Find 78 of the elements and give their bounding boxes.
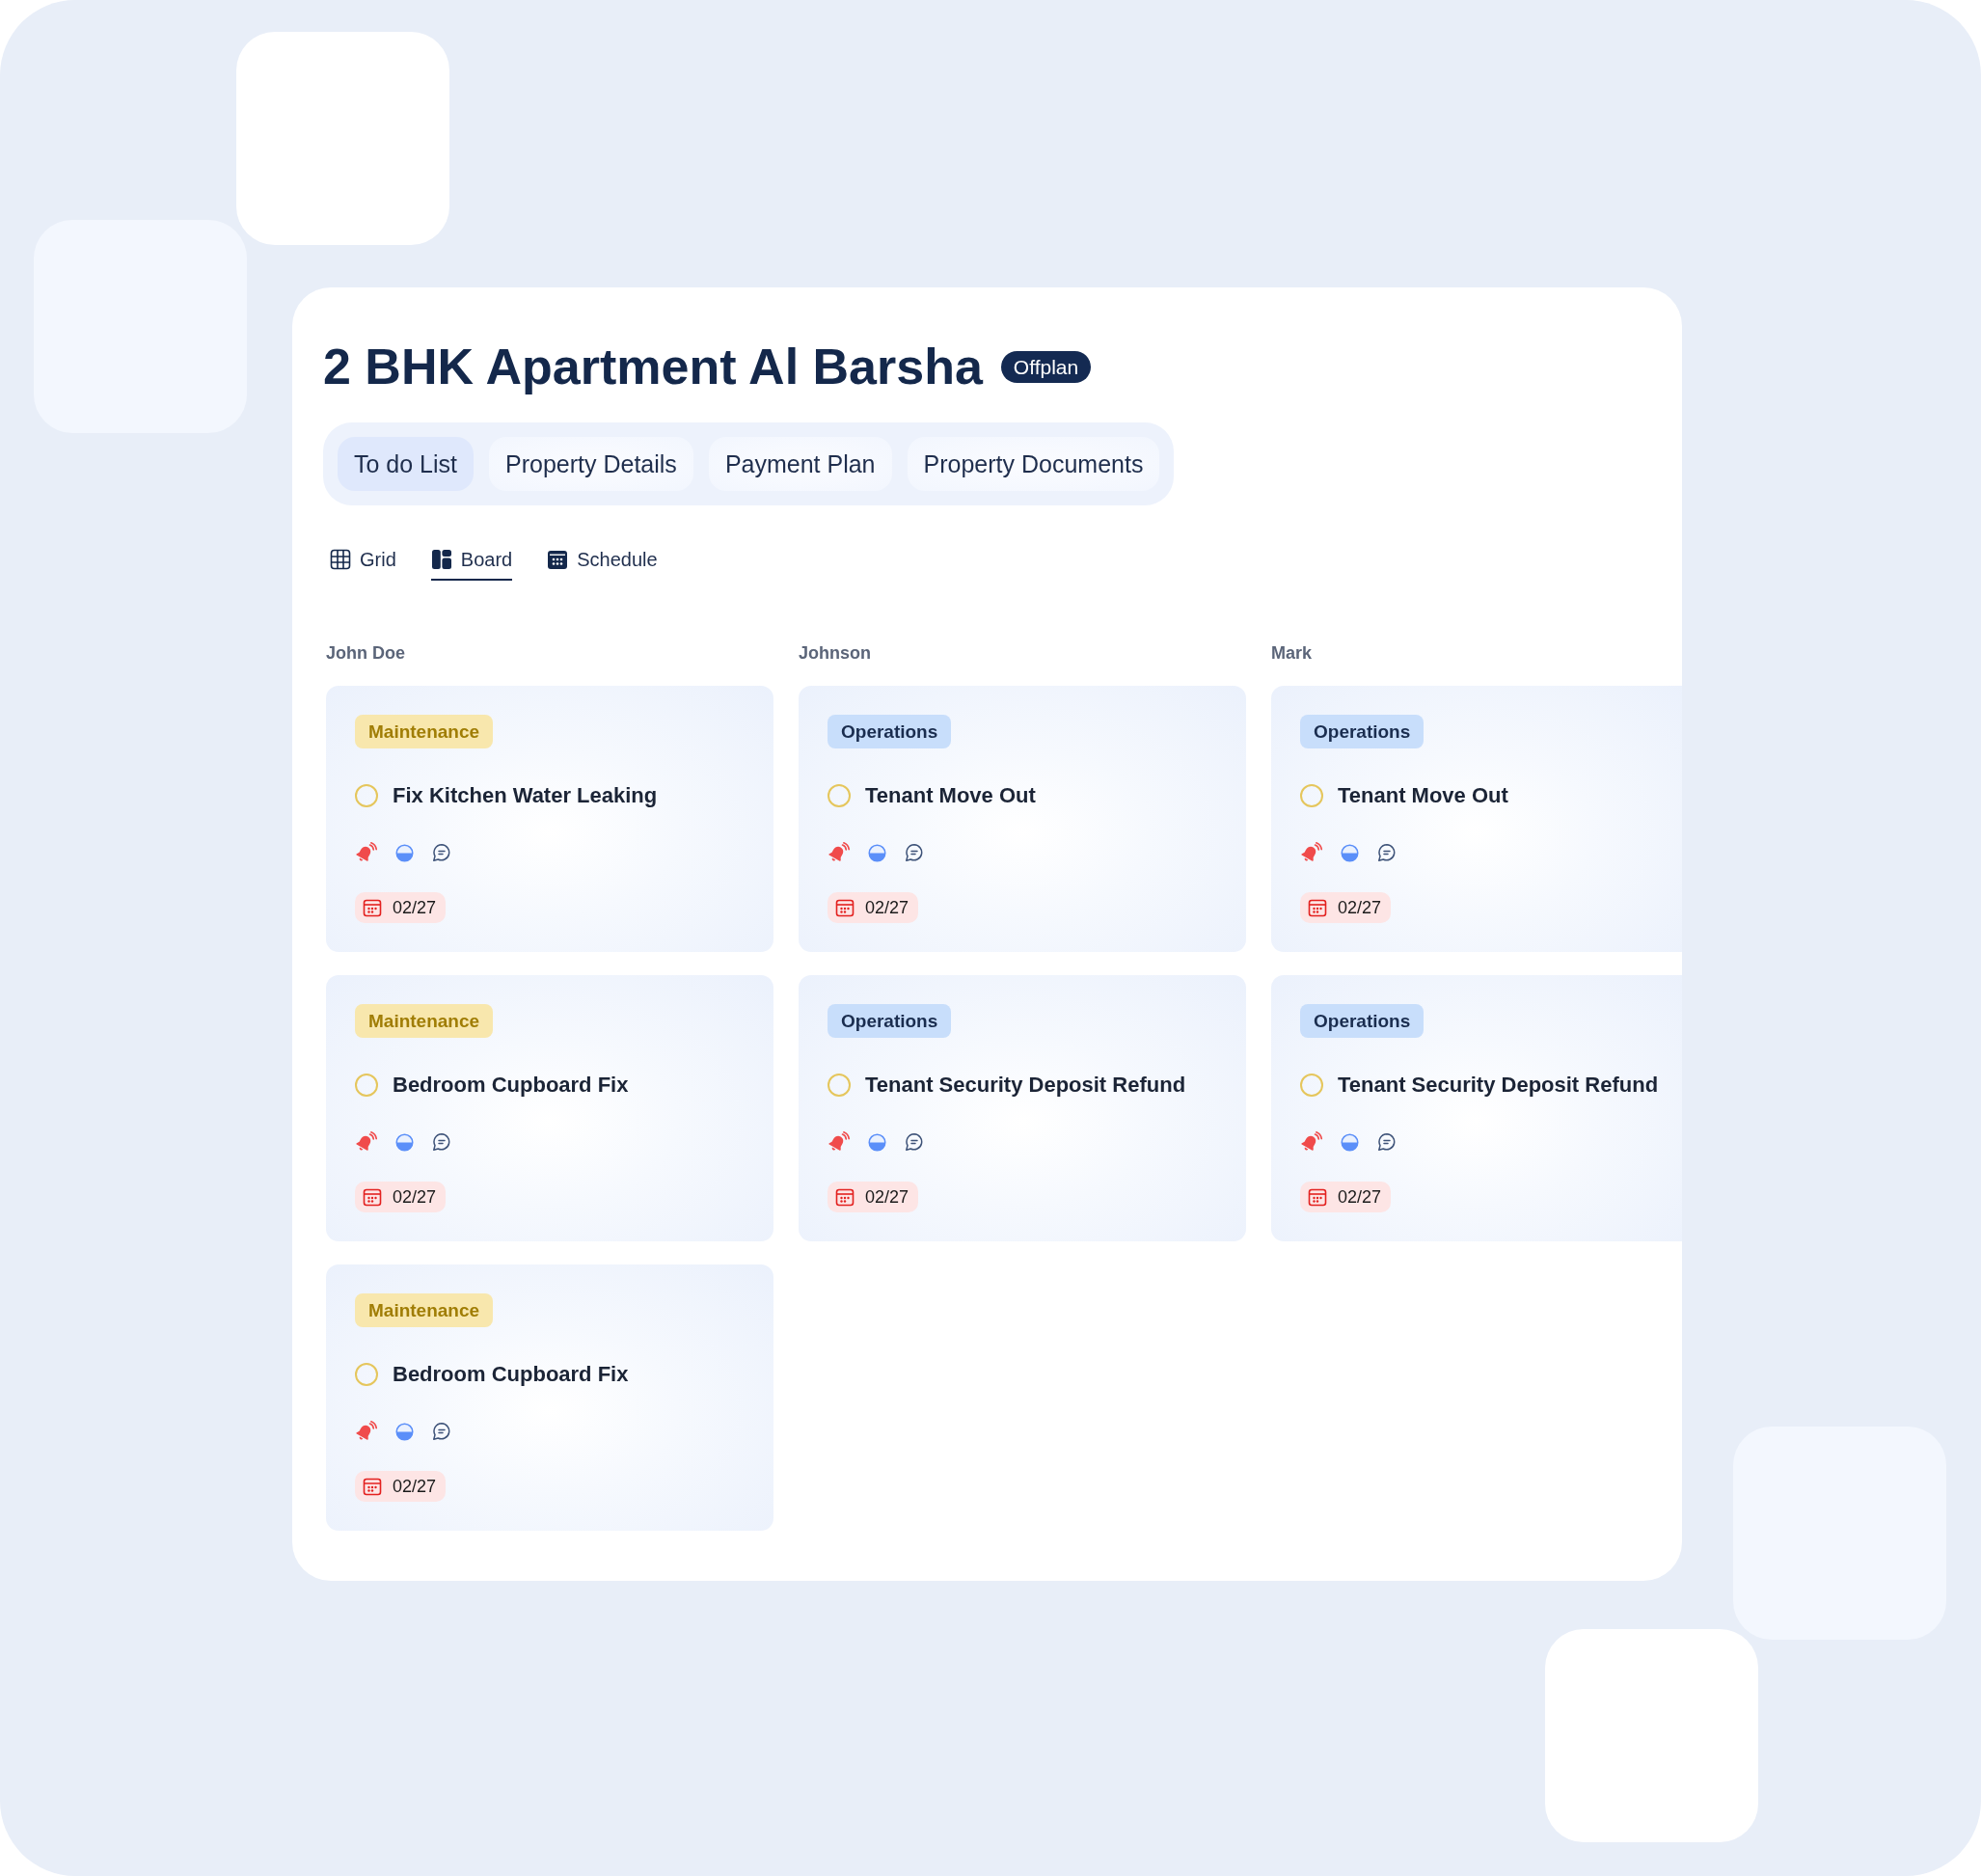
task-title: Bedroom Cupboard Fix <box>393 1361 629 1388</box>
category-tag: Operations <box>1300 1004 1425 1038</box>
calendar-icon <box>363 1187 382 1207</box>
category-tag: Operations <box>828 715 952 748</box>
due-date-button[interactable]: 02/27 <box>828 892 919 923</box>
view-tab[interactable]: Board <box>430 548 513 581</box>
view-tab[interactable]: Schedule <box>547 548 658 581</box>
category-tag: Maintenance <box>355 1293 494 1327</box>
chat-icon[interactable] <box>432 843 451 862</box>
tab[interactable]: Property Documents <box>907 437 1160 491</box>
due-date-button[interactable]: 02/27 <box>355 1182 447 1212</box>
column-heading: John Doe <box>326 642 406 664</box>
board-icon <box>430 549 452 570</box>
task-checkbox[interactable] <box>1300 784 1323 807</box>
tab[interactable]: Property Details <box>489 437 693 491</box>
task-title: Bedroom Cupboard Fix <box>393 1072 629 1099</box>
calendar-icon <box>547 549 569 570</box>
half-circle-icon <box>1341 1132 1359 1152</box>
status-badge: Offplan <box>1000 350 1092 383</box>
column-heading: Johnson <box>799 642 872 664</box>
category-tag: Operations <box>828 1004 952 1038</box>
calendar-icon <box>363 898 382 917</box>
page-title: 2 BHK Apartment Al Barsha <box>323 338 983 396</box>
task-card[interactable]: Operations Tenant Security Deposit Refund 02/27 <box>1271 975 1682 1241</box>
half-circle-icon <box>395 843 414 862</box>
due-date-button[interactable]: 02/27 <box>1300 1182 1392 1212</box>
tab[interactable]: Payment Plan <box>708 437 892 491</box>
due-date-button[interactable]: 02/27 <box>355 1471 447 1502</box>
bell-icon[interactable] <box>355 1131 377 1153</box>
calendar-icon <box>363 1477 382 1496</box>
tab[interactable]: To do List <box>338 437 474 491</box>
category-tag: Maintenance <box>355 715 494 748</box>
task-checkbox[interactable] <box>355 1074 378 1097</box>
grid-icon <box>330 549 351 570</box>
task-card[interactable]: Maintenance Fix Kitchen Water Leaking 02/27 <box>326 686 773 952</box>
half-circle-icon <box>1341 843 1359 862</box>
due-date-button[interactable]: 02/27 <box>1300 892 1392 923</box>
chat-icon[interactable] <box>1377 843 1397 862</box>
task-checkbox[interactable] <box>1300 1074 1323 1097</box>
view-tab[interactable]: Grid <box>330 548 396 581</box>
task-card[interactable]: Operations Tenant Move Out 02/27 <box>1271 686 1682 952</box>
half-circle-icon <box>868 1132 886 1152</box>
task-checkbox[interactable] <box>355 784 378 807</box>
bell-icon[interactable] <box>355 842 377 863</box>
chat-icon[interactable] <box>432 1132 451 1152</box>
half-circle-icon <box>868 843 886 862</box>
bell-icon[interactable] <box>828 1131 850 1153</box>
calendar-icon <box>835 1187 855 1207</box>
due-date-button[interactable]: 02/27 <box>355 892 447 923</box>
task-title: Tenant Move Out <box>1338 782 1508 809</box>
bell-icon[interactable] <box>355 1421 377 1442</box>
bell-icon[interactable] <box>1300 1131 1322 1153</box>
task-title: Tenant Move Out <box>865 782 1036 809</box>
calendar-icon <box>835 898 855 917</box>
half-circle-icon <box>395 1422 414 1441</box>
task-checkbox[interactable] <box>355 1363 378 1386</box>
task-checkbox[interactable] <box>828 784 851 807</box>
chat-icon[interactable] <box>905 843 924 862</box>
half-circle-icon <box>395 1132 414 1152</box>
chat-icon[interactable] <box>432 1422 451 1441</box>
task-title: Tenant Security Deposit Refund <box>865 1072 1186 1099</box>
due-date-button[interactable]: 02/27 <box>828 1182 919 1212</box>
task-card[interactable]: Operations Tenant Security Deposit Refund 02/27 <box>799 975 1246 1241</box>
task-card[interactable]: Operations Tenant Move Out 02/27 <box>799 686 1246 952</box>
task-card[interactable]: Maintenance Bedroom Cupboard Fix 02/27 <box>326 1264 773 1531</box>
task-checkbox[interactable] <box>828 1074 851 1097</box>
column-heading: Mark <box>1271 642 1314 664</box>
chat-icon[interactable] <box>905 1132 924 1152</box>
task-title: Fix Kitchen Water Leaking <box>393 782 658 809</box>
category-tag: Maintenance <box>355 1004 494 1038</box>
task-title: Tenant Security Deposit Refund <box>1338 1072 1659 1099</box>
calendar-icon <box>1308 1187 1327 1207</box>
task-card[interactable]: Maintenance Bedroom Cupboard Fix 02/27 <box>326 975 773 1241</box>
category-tag: Operations <box>1300 715 1425 748</box>
bell-icon[interactable] <box>1300 842 1322 863</box>
bell-icon[interactable] <box>828 842 850 863</box>
chat-icon[interactable] <box>1377 1132 1397 1152</box>
calendar-icon <box>1308 898 1327 917</box>
